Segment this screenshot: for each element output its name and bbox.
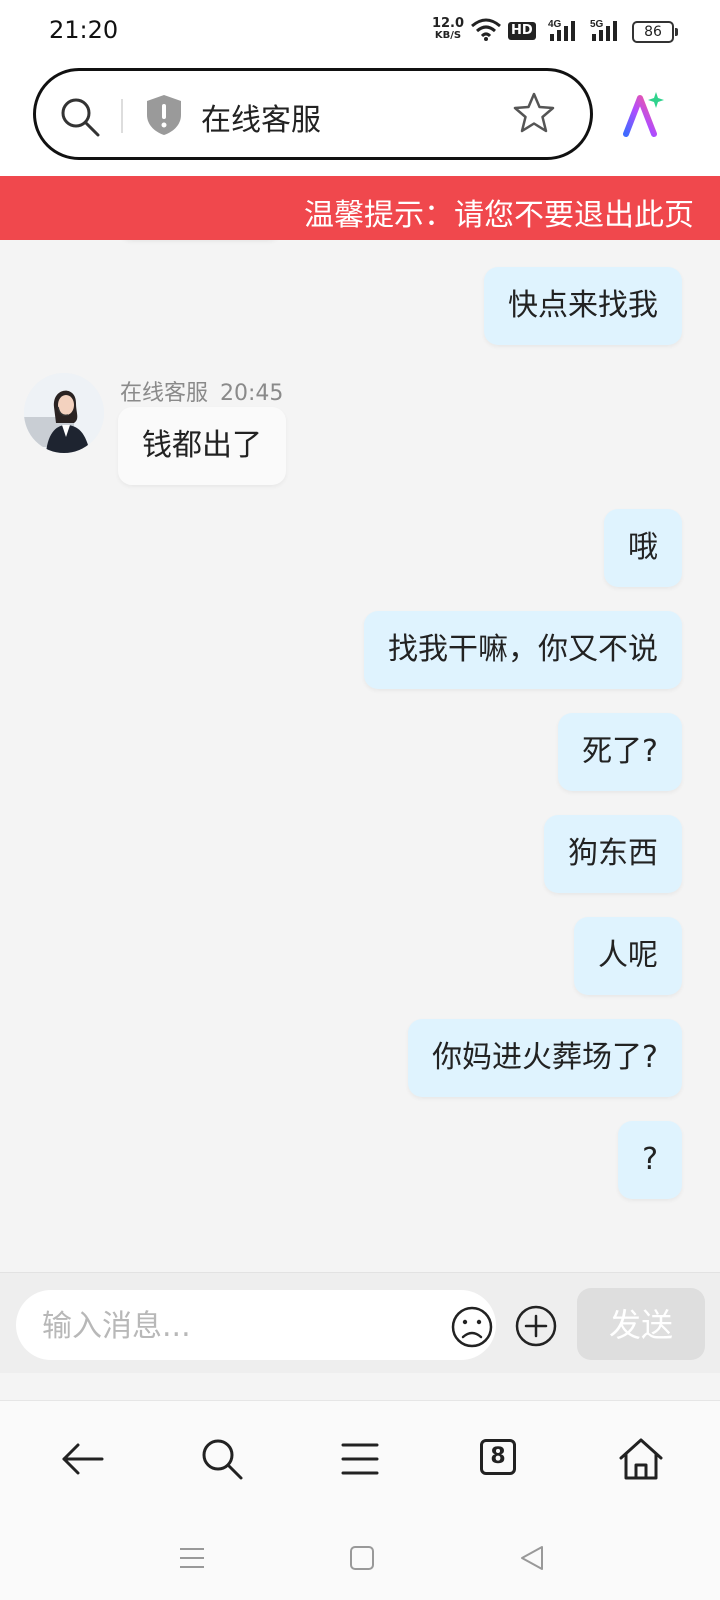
signal-5g-label: 5G bbox=[590, 19, 604, 30]
back-triangle-icon[interactable] bbox=[518, 1544, 546, 1572]
message-text: 钱都出了 bbox=[142, 428, 262, 463]
message-text: 快点来找我 bbox=[508, 288, 658, 323]
warning-banner-text: 温馨提示：请您不要退出此页 bbox=[304, 198, 694, 233]
signal-4g-icon: 4G bbox=[548, 19, 575, 41]
wifi-icon bbox=[471, 18, 501, 41]
message-bubble[interactable]: 找我干嘛，你又不说 bbox=[364, 611, 682, 689]
network-speed: 12.0 KB/S bbox=[431, 16, 465, 42]
message-bubble[interactable]: 快点来找我 bbox=[484, 267, 682, 345]
battery-indicator: 86 bbox=[632, 21, 678, 43]
network-speed-value: 12.0 bbox=[431, 16, 465, 31]
page-title: 在线客服 bbox=[201, 103, 321, 138]
message-bubble[interactable]: ? bbox=[618, 1121, 682, 1199]
home-icon[interactable] bbox=[618, 1437, 664, 1481]
back-arrow-icon[interactable] bbox=[60, 1437, 104, 1481]
agent-message-time: 20:45 bbox=[220, 381, 284, 406]
network-speed-unit: KB/S bbox=[434, 30, 462, 41]
status-time: 21:20 bbox=[49, 16, 119, 44]
message-bubble[interactable]: 你妈进火葬场了? bbox=[408, 1019, 682, 1097]
address-divider bbox=[121, 99, 123, 133]
tabs-icon[interactable]: 8 bbox=[480, 1439, 516, 1475]
home-square-icon[interactable] bbox=[348, 1544, 376, 1572]
message-input-container[interactable] bbox=[16, 1290, 496, 1360]
message-input[interactable] bbox=[40, 1302, 424, 1350]
menu-icon[interactable] bbox=[340, 1437, 380, 1481]
ai-assistant-icon[interactable] bbox=[620, 90, 666, 138]
system-nav-bar bbox=[0, 1518, 720, 1600]
agent-name: 在线客服 bbox=[120, 381, 209, 406]
agent-meta: 在线客服 20:45 bbox=[120, 375, 283, 407]
status-bar: 21:20 12.0 KB/S HD 4G 5G 86 bbox=[0, 0, 720, 62]
recent-apps-icon[interactable] bbox=[178, 1544, 206, 1572]
signal-4g-label: 4G bbox=[548, 19, 562, 30]
message-text: 死了? bbox=[582, 734, 658, 769]
message-text: 找我干嘛，你又不说 bbox=[388, 632, 658, 667]
message-text: 你妈进火葬场了? bbox=[432, 1040, 658, 1075]
chat-area[interactable]: 快点来找我 在线客服 20:45 钱都出了 哦 找我干嘛，你又不说 死了? 狗东西… bbox=[0, 240, 720, 1272]
search-icon[interactable] bbox=[200, 1437, 244, 1481]
message-text: 哦 bbox=[628, 530, 658, 565]
hd-voice-badge: HD bbox=[508, 22, 536, 40]
agent-avatar[interactable] bbox=[24, 373, 104, 453]
star-icon[interactable] bbox=[512, 91, 556, 135]
message-bubble[interactable]: 死了? bbox=[558, 713, 682, 791]
agent-message-bubble[interactable]: 钱都出了 bbox=[118, 407, 286, 485]
message-text: ? bbox=[642, 1142, 658, 1177]
message-input-bar: 发送 bbox=[0, 1272, 720, 1373]
message-text: 狗东西 bbox=[568, 836, 658, 871]
address-bar[interactable]: 在线客服 bbox=[33, 68, 593, 160]
agent-avatar-image bbox=[24, 373, 104, 453]
message-bubble[interactable]: 哦 bbox=[604, 509, 682, 587]
message-bubble[interactable]: 狗东西 bbox=[544, 815, 682, 893]
message-bubble[interactable]: 人呢 bbox=[574, 917, 682, 995]
signal-5g-icon: 5G bbox=[590, 19, 617, 41]
browser-bottom-nav: 8 bbox=[0, 1400, 720, 1519]
browser-top-bar: 在线客服 bbox=[0, 62, 720, 176]
warning-banner: 温馨提示：请您不要退出此页 bbox=[0, 176, 720, 240]
search-icon[interactable] bbox=[58, 95, 102, 139]
send-button[interactable]: 发送 bbox=[577, 1288, 705, 1360]
emoji-icon[interactable] bbox=[450, 1305, 494, 1349]
add-attachment-icon[interactable] bbox=[514, 1304, 558, 1348]
shield-alert-icon[interactable] bbox=[144, 93, 184, 137]
message-text: 人呢 bbox=[598, 938, 658, 973]
